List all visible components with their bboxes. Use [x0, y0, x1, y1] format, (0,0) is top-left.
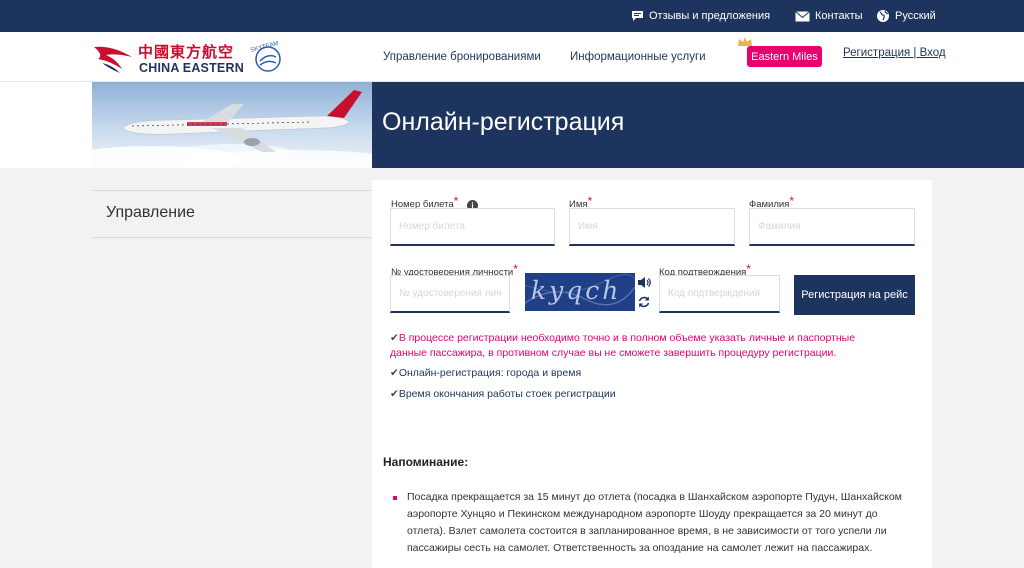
- required-star: *: [746, 262, 751, 276]
- bullet-marker: [393, 496, 397, 500]
- counter-deadline-link[interactable]: ✔Время окончания работы стоек регистраци…: [390, 387, 890, 402]
- language-selector[interactable]: Русский: [876, 0, 936, 32]
- id-document-input[interactable]: [390, 275, 510, 313]
- required-star: *: [789, 194, 795, 208]
- first-name-input[interactable]: [569, 208, 735, 246]
- page-title: Онлайн-регистрация: [382, 108, 625, 136]
- reminder-heading: Напоминание:: [383, 455, 469, 469]
- sidebar-item-manage[interactable]: Управление: [92, 190, 375, 238]
- envelope-icon: [795, 10, 810, 22]
- language-label: Русский: [895, 10, 936, 22]
- airplane-image: [92, 82, 372, 168]
- nav-info-services[interactable]: Информационные услуги: [570, 32, 706, 82]
- required-star: *: [587, 194, 593, 208]
- warning-note: ✔В процессе регистрации необходимо точно…: [390, 332, 856, 359]
- banner-left-spacer: [0, 82, 92, 168]
- check-icon: ✔: [390, 388, 399, 400]
- svg-text:SKYTEAM: SKYTEAM: [250, 41, 279, 54]
- nav-manage-bookings[interactable]: Управление бронированиями: [383, 32, 541, 82]
- chat-icon: [631, 10, 644, 22]
- feedback-link[interactable]: Отзывы и предложения: [631, 0, 770, 32]
- globe-icon: [876, 9, 890, 23]
- swallow-logo-icon: [94, 46, 132, 73]
- contacts-label: Контакты: [815, 10, 863, 22]
- reminder-item: Посадка прекращается за 15 минут до отле…: [393, 489, 907, 557]
- sidebar: Управление: [92, 190, 375, 238]
- skyteam-logo-icon: SKYTEAM: [250, 41, 281, 72]
- checkin-submit-button[interactable]: Регистрация на рейс: [794, 275, 915, 315]
- eastern-miles-button[interactable]: Eastern Miles: [747, 46, 822, 67]
- banner-right-fill: [933, 82, 1024, 168]
- feedback-label: Отзывы и предложения: [649, 10, 771, 22]
- check-icon: ✔: [390, 367, 399, 379]
- checkin-form-panel: Номер билета* i Имя* Фамилия* № удостове…: [372, 180, 932, 568]
- page-banner: Онлайн-регистрация: [92, 82, 933, 168]
- speaker-icon[interactable]: [637, 276, 651, 289]
- last-name-input[interactable]: [749, 208, 915, 246]
- logo-chinese-text: 中國東方航空: [138, 43, 235, 61]
- refresh-icon[interactable]: [637, 295, 651, 309]
- required-star: *: [513, 262, 518, 276]
- captcha-text: kyqch: [531, 276, 622, 305]
- logo-english-text: CHINA EASTERN: [139, 61, 244, 75]
- ticket-number-input[interactable]: [390, 208, 555, 246]
- required-star: *: [453, 194, 459, 208]
- captcha-image: kyqch: [525, 273, 635, 311]
- china-eastern-logo[interactable]: 中國東方航空 CHINA EASTERN SKYTEAM: [92, 39, 292, 77]
- contacts-link[interactable]: Контакты: [795, 0, 863, 32]
- register-login-link[interactable]: Регистрация | Вход: [843, 47, 946, 59]
- cities-time-link[interactable]: ✔Онлайн-регистрация: города и время: [390, 366, 890, 381]
- top-bar: Отзывы и предложения Контакты Русский: [0, 0, 1024, 32]
- check-icon: ✔: [390, 332, 399, 344]
- verification-code-input[interactable]: [659, 275, 780, 313]
